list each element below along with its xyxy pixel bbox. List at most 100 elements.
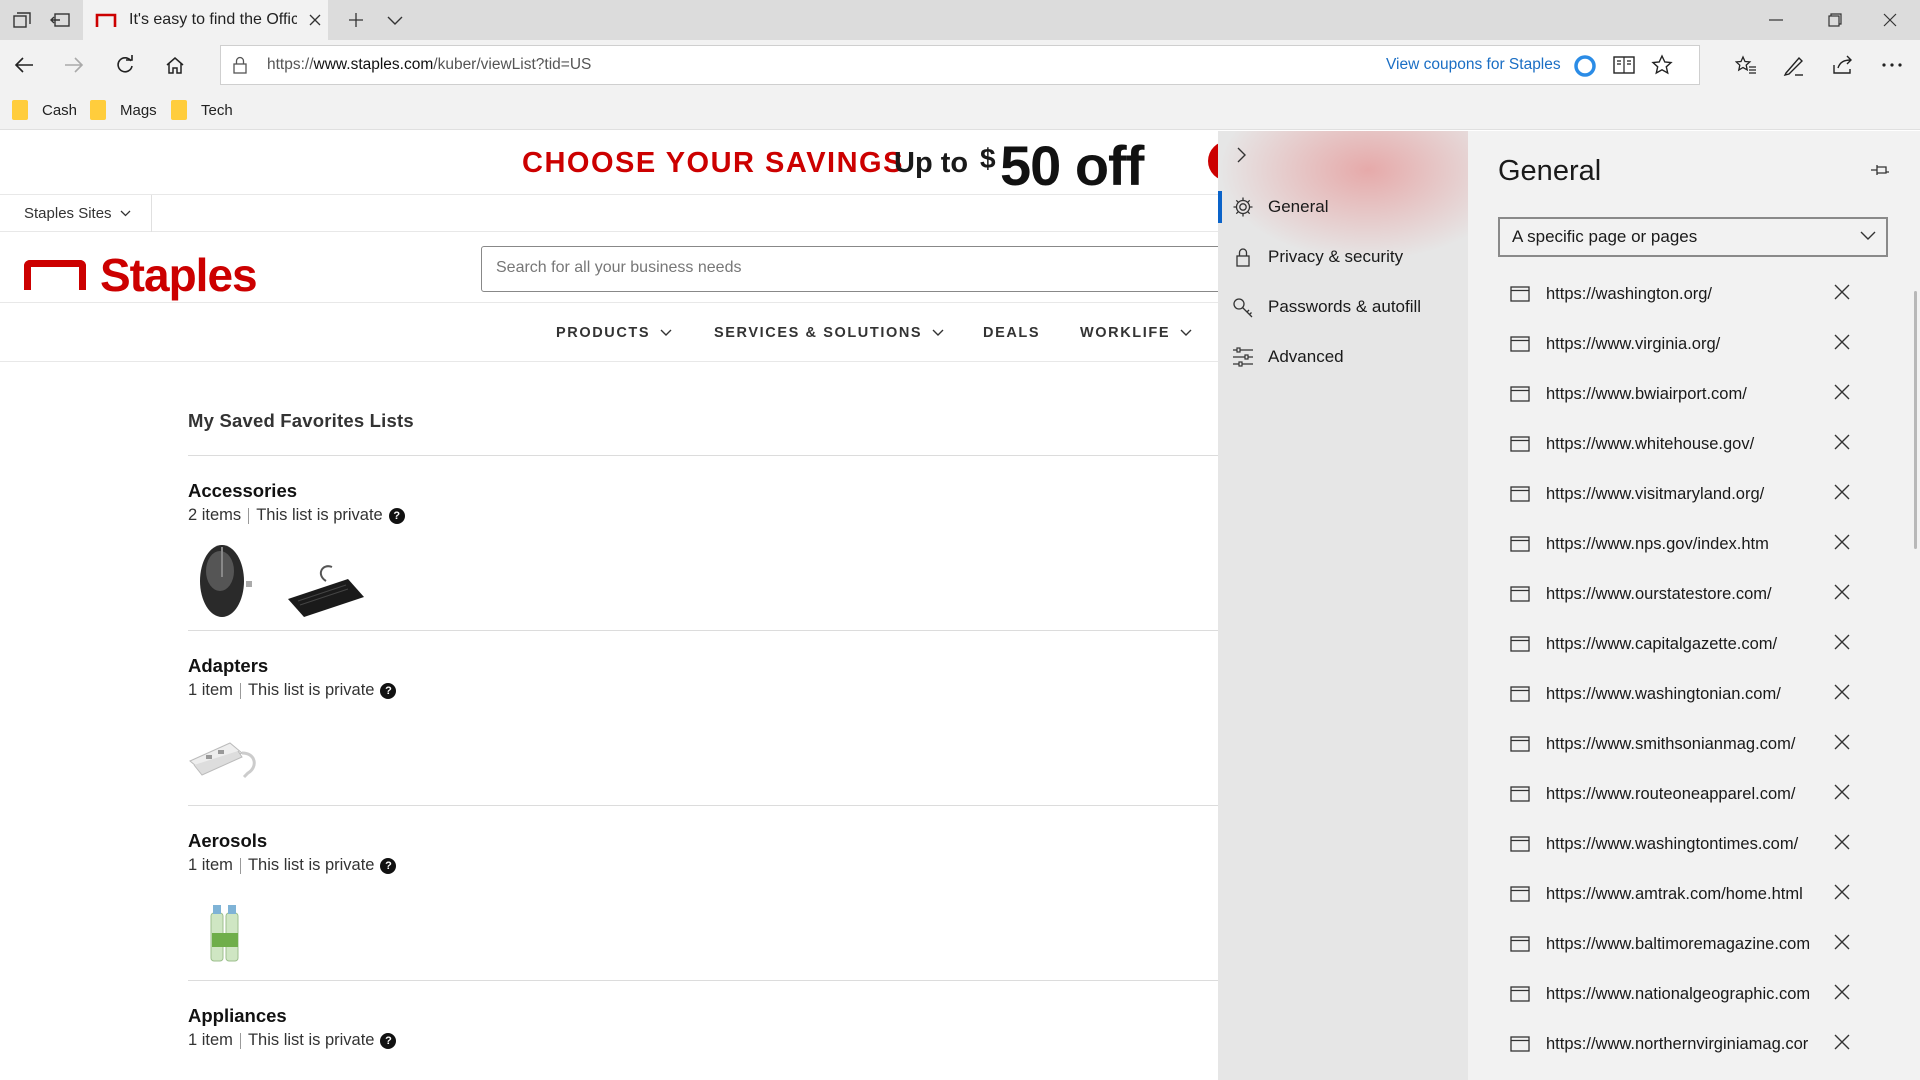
startup-url-text[interactable]: https://www.nationalgeographic.com <box>1546 985 1826 1004</box>
remove-url-icon[interactable] <box>1834 984 1850 1005</box>
staples-logo-text: Staples <box>100 249 258 301</box>
page-icon <box>1510 686 1530 702</box>
product-thumbnail-usb-hub[interactable] <box>186 731 266 792</box>
remove-url-icon[interactable] <box>1834 884 1850 905</box>
home-icon[interactable] <box>155 46 195 84</box>
remove-url-icon[interactable] <box>1834 584 1850 605</box>
favorites-hub-icon[interactable] <box>1726 46 1766 84</box>
search-placeholder: Search for all your business needs <box>496 259 742 276</box>
favorites-folder-mags[interactable]: Mags <box>90 100 157 120</box>
product-thumbnail-air-freshener[interactable] <box>208 903 242 968</box>
search-input[interactable]: Search for all your business needs <box>481 246 1220 292</box>
page-icon <box>1510 586 1530 602</box>
back-icon[interactable] <box>4 46 44 84</box>
startup-url-text[interactable]: https://www.bwiairport.com/ <box>1546 385 1826 404</box>
startup-url-text[interactable]: https://www.northernvirginiamag.cor <box>1546 1035 1826 1054</box>
tab-close-icon[interactable] <box>303 8 327 32</box>
startup-url-text[interactable]: https://www.washingtontimes.com/ <box>1546 835 1826 854</box>
settings-menu-passwords-autofill[interactable]: Passwords & autofill <box>1218 285 1468 329</box>
tab-manager-icon[interactable] <box>4 0 40 40</box>
collapse-chevron-icon[interactable] <box>1236 147 1246 168</box>
nav-products[interactable]: PRODUCTS <box>556 325 672 341</box>
share-icon[interactable] <box>1823 46 1863 84</box>
page-icon <box>1510 486 1530 502</box>
promo-banner[interactable]: CHOOSE YOUR SAVINGS Up to $ 50 off <box>0 131 1220 197</box>
cortana-icon[interactable] <box>1573 54 1597 83</box>
folder-label: Cash <box>42 101 78 119</box>
help-icon[interactable]: ? <box>380 682 397 699</box>
remove-url-icon[interactable] <box>1834 384 1850 405</box>
active-tab[interactable]: It's easy to find the Offic <box>83 0 328 40</box>
list-title-accessories[interactable]: Accessories <box>188 480 297 502</box>
remove-url-icon[interactable] <box>1834 934 1850 955</box>
startup-url-text[interactable]: https://washington.org/ <box>1546 285 1826 304</box>
remove-url-icon[interactable] <box>1834 634 1850 655</box>
startup-url-text[interactable]: https://www.capitalgazette.com/ <box>1546 635 1826 654</box>
close-window-icon[interactable] <box>1870 0 1910 40</box>
settings-menu-general[interactable]: General <box>1218 185 1468 229</box>
remove-url-icon[interactable] <box>1834 734 1850 755</box>
set-tabs-aside-icon[interactable] <box>42 0 78 40</box>
startup-url-text[interactable]: https://www.nps.gov/index.htm <box>1546 535 1826 554</box>
help-icon[interactable]: ? <box>380 1032 397 1049</box>
startup-url-text[interactable]: https://www.washingtonian.com/ <box>1546 685 1826 704</box>
remove-url-icon[interactable] <box>1834 1034 1850 1055</box>
remove-url-icon[interactable] <box>1834 434 1850 455</box>
list-title-appliances[interactable]: Appliances <box>188 1005 287 1027</box>
startup-url-text[interactable]: https://www.visitmaryland.org/ <box>1546 485 1826 504</box>
nav-services-solutions[interactable]: SERVICES & SOLUTIONS <box>714 325 944 341</box>
view-coupons-link[interactable]: View coupons for Staples <box>1386 56 1561 74</box>
favorites-folder-tech[interactable]: Tech <box>171 100 233 120</box>
startup-url-text[interactable]: https://www.baltimoremagazine.com <box>1546 935 1826 954</box>
mouse-icon <box>200 545 252 617</box>
pin-icon[interactable] <box>1870 163 1890 182</box>
minimize-icon[interactable] <box>1756 0 1796 40</box>
settings-menu-advanced[interactable]: Advanced <box>1218 335 1468 379</box>
help-icon[interactable]: ? <box>388 507 405 524</box>
staples-sites-dropdown[interactable]: Staples Sites <box>24 205 131 222</box>
startup-url-text[interactable]: https://www.virginia.org/ <box>1546 335 1826 354</box>
startup-url-text[interactable]: https://www.smithsonianmag.com/ <box>1546 735 1826 754</box>
forward-icon[interactable] <box>54 46 94 84</box>
remove-url-icon[interactable] <box>1834 484 1850 505</box>
reading-view-icon[interactable] <box>1613 55 1635 80</box>
nav-worklife[interactable]: WORKLIFE <box>1080 325 1192 341</box>
help-icon[interactable]: ? <box>380 857 397 874</box>
favorites-folder-cash[interactable]: Cash <box>12 100 77 120</box>
page-icon <box>1510 736 1530 752</box>
url-text[interactable]: https://www.staples.com/kuber/viewList?t… <box>267 56 591 74</box>
startup-url-text[interactable]: https://www.ourstatestore.com/ <box>1546 585 1826 604</box>
scrollbar-thumb[interactable] <box>1914 291 1917 549</box>
nav-deals[interactable]: DEALS <box>983 325 1040 341</box>
product-thumbnail-mouse[interactable] <box>196 541 256 626</box>
nav-worklife-label: WORKLIFE <box>1080 325 1171 341</box>
restore-icon[interactable] <box>1815 0 1855 40</box>
remove-url-icon[interactable] <box>1834 784 1850 805</box>
menu-label: Passwords & autofill <box>1268 297 1422 316</box>
list-title-adapters[interactable]: Adapters <box>188 655 268 677</box>
startup-url-text[interactable]: https://www.amtrak.com/home.html <box>1546 885 1826 904</box>
remove-url-icon[interactable] <box>1834 534 1850 555</box>
settings-menu-privacy-security[interactable]: Privacy & security <box>1218 235 1468 279</box>
add-favorite-star-icon[interactable] <box>1651 54 1673 81</box>
more-options-icon[interactable] <box>1872 46 1912 84</box>
list-title-aerosols[interactable]: Aerosols <box>188 830 267 852</box>
chevron-down-icon <box>932 329 944 336</box>
remove-url-icon[interactable] <box>1834 284 1850 305</box>
remove-url-icon[interactable] <box>1834 684 1850 705</box>
refresh-icon[interactable] <box>105 46 145 84</box>
product-thumbnail-keyboard[interactable] <box>286 559 366 624</box>
staples-sites-bar: Staples Sites <box>0 195 1220 232</box>
new-tab-icon[interactable] <box>338 0 374 40</box>
staples-logo[interactable]: Staples <box>24 248 258 302</box>
address-bar[interactable]: https://www.staples.com/kuber/viewList?t… <box>220 45 1700 85</box>
tab-preview-chevron-icon[interactable] <box>377 0 413 40</box>
add-notes-icon[interactable] <box>1774 46 1814 84</box>
startup-url-text[interactable]: https://www.routeoneapparel.com/ <box>1546 785 1826 804</box>
startup-url-text[interactable]: https://www.whitehouse.gov/ <box>1546 435 1826 454</box>
nav-deals-label: DEALS <box>983 325 1041 341</box>
startup-pages-dropdown[interactable]: A specific page or pages <box>1498 217 1888 257</box>
remove-url-icon[interactable] <box>1834 834 1850 855</box>
lock-icon[interactable] <box>233 56 247 79</box>
remove-url-icon[interactable] <box>1834 334 1850 355</box>
